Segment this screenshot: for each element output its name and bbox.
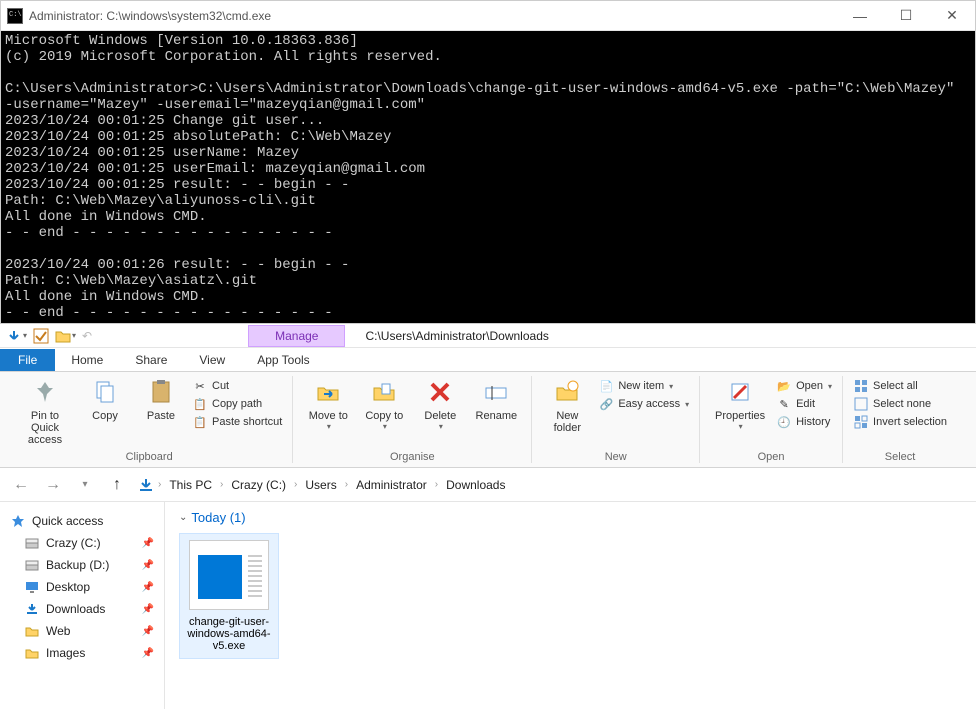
tab-file[interactable]: File [0,349,55,371]
forward-button[interactable]: → [42,474,64,496]
edit-button[interactable]: ✎Edit [776,396,832,412]
delete-button[interactable]: Delete ▾ [415,376,465,431]
pin-to-quick-access-button[interactable]: Pin to Quick access [16,376,74,446]
sidebar-item-web[interactable]: Web 📌 [4,620,160,642]
invert-selection-button[interactable]: Invert selection [853,414,947,430]
paste-shortcut-button[interactable]: 📋Paste shortcut [192,414,282,430]
downloads-icon [24,601,40,617]
explorer-body: Quick access Crazy (C:) 📌 Backup (D:) 📌 … [0,502,976,709]
new-folder-button[interactable]: New folder [542,376,592,434]
crumb-0[interactable]: This PC [165,476,216,494]
new-item-button[interactable]: 📄New item▾ [598,378,689,394]
tab-share[interactable]: Share [119,349,183,371]
select-all-button[interactable]: Select all [853,378,947,394]
desktop-icon [24,579,40,595]
pin-icon: 📌 [142,560,154,571]
minimize-button[interactable]: — [837,1,883,31]
up-button[interactable]: ↑ [106,474,128,496]
qa-check-icon[interactable] [33,328,49,344]
copy-to-button[interactable]: Copy to ▾ [359,376,409,431]
breadcrumb[interactable]: › This PC› Crazy (C:)› Users› Administra… [138,476,509,494]
cmd-title: Administrator: C:\windows\system32\cmd.e… [29,9,837,23]
pin-icon: 📌 [142,604,154,615]
back-button[interactable]: ← [10,474,32,496]
tab-home[interactable]: Home [55,349,119,371]
star-icon [10,513,26,529]
copy-button[interactable]: Copy [80,376,130,422]
folder-icon [24,623,40,639]
crumb-1[interactable]: Crazy (C:) [227,476,290,494]
crumb-4[interactable]: Downloads [442,476,509,494]
drive-icon [24,535,40,551]
rename-button[interactable]: Rename [471,376,521,422]
crumb-3[interactable]: Administrator [352,476,431,494]
sidebar-quick-access[interactable]: Quick access [4,510,160,532]
sidebar-item-crazy[interactable]: Crazy (C:) 📌 [4,532,160,554]
ribbon: Pin to Quick access Copy Paste ✂Cut 📋Cop… [0,372,976,468]
easy-access-button[interactable]: 🔗Easy access▾ [598,396,689,412]
file-list[interactable]: ⌄ Today (1) change-git-user-windows-amd6… [165,502,976,709]
cmd-titlebar[interactable]: Administrator: C:\windows\system32\cmd.e… [1,1,975,31]
qa-down-icon[interactable]: ▾ [6,328,27,344]
group-header-today[interactable]: ⌄ Today (1) [179,510,962,525]
pin-icon: 📌 [142,648,154,659]
copy-path-button[interactable]: 📋Copy path [192,396,282,412]
sidebar-item-downloads[interactable]: Downloads 📌 [4,598,160,620]
address-bar: ← → ▾ ↑ › This PC› Crazy (C:)› Users› Ad… [0,468,976,502]
crumb-2[interactable]: Users [301,476,340,494]
explorer-title-path: C:\Users\Administrator\Downloads [365,329,548,343]
cmd-output[interactable]: Microsoft Windows [Version 10.0.18363.83… [1,31,975,323]
open-button[interactable]: 📂Open▾ [776,378,832,394]
sidebar-item-desktop[interactable]: Desktop 📌 [4,576,160,598]
close-button[interactable]: ✕ [929,1,975,31]
recent-chevron[interactable]: ▾ [74,474,96,496]
drive-icon [24,557,40,573]
manage-tab[interactable]: Manage [248,325,345,347]
explorer-quick-toolbar: ▾ ▾ ↶ Manage C:\Users\Administrator\Down… [0,324,976,348]
pin-label: Pin to Quick access [16,410,74,446]
sidebar: Quick access Crazy (C:) 📌 Backup (D:) 📌 … [0,502,165,709]
history-button[interactable]: 🕘History [776,414,832,430]
cmd-icon [7,8,23,24]
cmd-window: Administrator: C:\windows\system32\cmd.e… [0,0,976,324]
pin-icon: 📌 [142,538,154,549]
chevron-down-icon: ⌄ [179,512,187,523]
file-item[interactable]: change-git-user-windows-amd64-v5.exe [179,533,279,659]
ribbon-tabs: File Home Share View App Tools [0,348,976,372]
select-none-button[interactable]: Select none [853,396,947,412]
qa-undo-icon[interactable]: ↶ [82,329,92,343]
folder-icon [24,645,40,661]
cut-button[interactable]: ✂Cut [192,378,282,394]
tab-view[interactable]: View [183,349,241,371]
tab-app-tools[interactable]: App Tools [241,349,325,371]
downloads-icon [138,477,154,493]
file-thumbnail [189,540,269,610]
pin-icon: 📌 [142,582,154,593]
qa-folder-icon[interactable]: ▾ [55,328,76,344]
move-to-button[interactable]: Move to ▾ [303,376,353,431]
properties-button[interactable]: Properties ▾ [710,376,770,431]
sidebar-item-images[interactable]: Images 📌 [4,642,160,664]
pin-icon: 📌 [142,626,154,637]
paste-button[interactable]: Paste [136,376,186,422]
maximize-button[interactable]: ☐ [883,1,929,31]
sidebar-item-backup[interactable]: Backup (D:) 📌 [4,554,160,576]
file-name: change-git-user-windows-amd64-v5.exe [186,616,272,652]
